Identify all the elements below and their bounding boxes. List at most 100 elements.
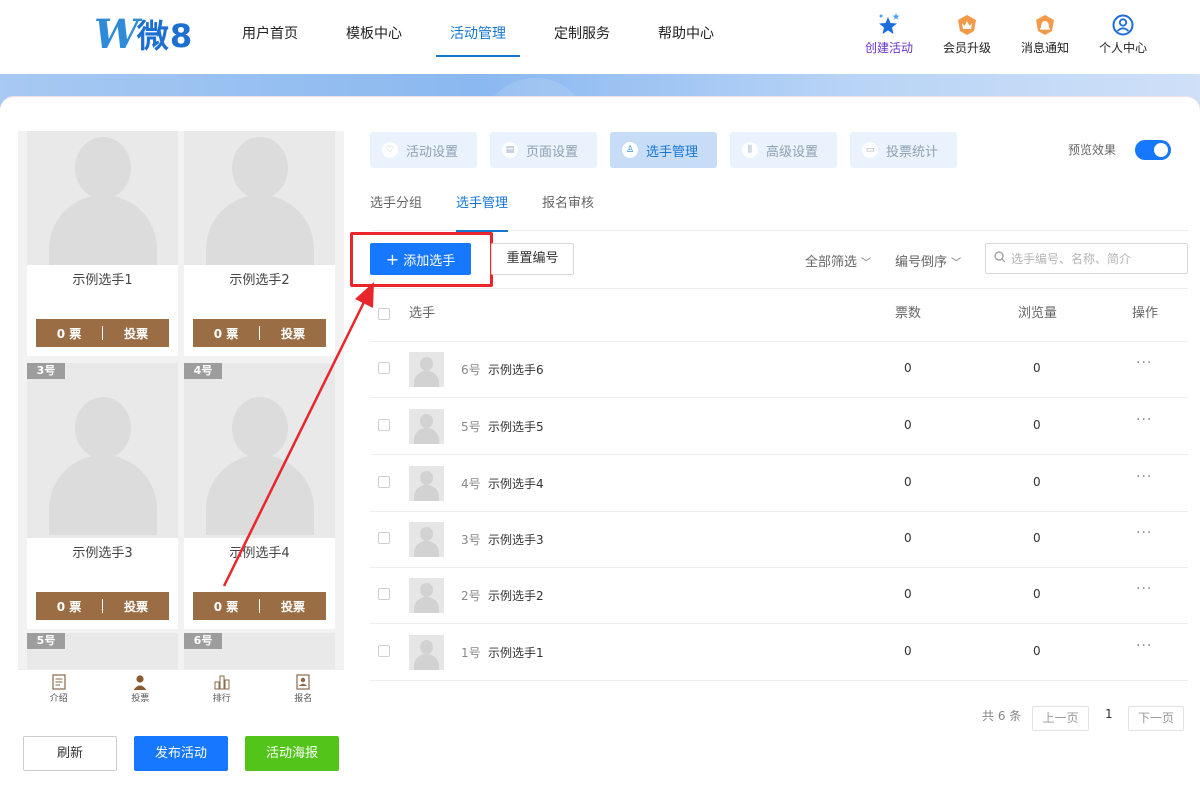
player-number: 6号 [461, 363, 481, 377]
avatar-placeholder: 3号 [27, 363, 178, 538]
player-number-badge: 3号 [27, 363, 65, 379]
preview-toggle[interactable] [1135, 140, 1171, 160]
preview-card[interactable]: 6号 [184, 633, 335, 669]
preview-card[interactable]: 5号 [27, 633, 178, 669]
row-checkbox[interactable] [378, 362, 390, 374]
step-vote-statistics[interactable]: ▭ 投票统计 [850, 132, 957, 168]
step-label: 选手管理 [646, 144, 699, 160]
create-activity-button[interactable]: 创建活动 [850, 12, 928, 56]
nav-item-custom-service[interactable]: 定制服务 [530, 0, 634, 74]
step-activity-settings[interactable]: ♡ 活动设置 [370, 132, 477, 168]
player-votes: 0 [904, 475, 912, 489]
table-row: 5号 示例选手5 0 0 ··· [370, 398, 1188, 455]
vote-button[interactable]: 0 票 投票 [193, 592, 326, 620]
notifications-button[interactable]: 消息通知 [1006, 12, 1084, 56]
filter-all-label: 全部筛选 [805, 255, 858, 270]
search-icon [994, 250, 1006, 267]
nav-item-templates[interactable]: 模板中心 [322, 0, 426, 74]
player-number-badge: 6号 [184, 633, 222, 649]
current-page[interactable]: 1 [1105, 707, 1113, 721]
user-icon: ♙ [622, 142, 638, 158]
tab-ranking[interactable]: 排行 [181, 670, 263, 709]
more-actions-icon[interactable]: ··· [1136, 525, 1152, 541]
tab-signup-review[interactable]: 报名审核 [542, 188, 594, 231]
tab-vote-label: 投票 [131, 694, 150, 704]
header-player: 选手 [409, 306, 436, 321]
step-label: 高级设置 [766, 144, 819, 160]
divider [370, 288, 1188, 289]
personal-center-button[interactable]: 个人中心 [1084, 12, 1162, 56]
more-actions-icon[interactable]: ··· [1136, 355, 1152, 371]
next-page-button[interactable]: 下一页 [1128, 706, 1184, 731]
sort-label: 编号倒序 [895, 255, 948, 270]
nav-item-help-center[interactable]: 帮助中心 [634, 0, 738, 74]
player-votes: 0 [904, 361, 912, 375]
vote-button[interactable]: 0 票 投票 [193, 319, 326, 347]
row-checkbox[interactable] [378, 476, 390, 488]
player-avatar [409, 466, 444, 501]
select-all-checkbox[interactable] [378, 308, 390, 320]
player-number: 4号 [461, 477, 481, 491]
player-name: 示例选手2 [488, 589, 544, 603]
notifications-label: 消息通知 [1020, 41, 1069, 55]
vote-button[interactable]: 0 票 投票 [36, 592, 169, 620]
settings-steps: ♡ 活动设置 ▤ 页面设置 ♙ 选手管理 ⫼ 高级设置 ▭ 投票统计 [370, 132, 970, 168]
vote-count: 0 票 [56, 326, 82, 341]
player-votes: 0 [904, 644, 912, 658]
more-actions-icon[interactable]: ··· [1136, 638, 1152, 654]
step-advanced-settings[interactable]: ⫼ 高级设置 [730, 132, 837, 168]
player-name: 示例选手6 [488, 363, 544, 377]
filter-all-dropdown[interactable]: 全部筛选 ﹀ [805, 251, 871, 270]
reset-numbers-button[interactable]: 重置编号 [491, 243, 574, 275]
mobile-preview[interactable]: 示例选手1 0 票 投票 示例选手2 0 票 投票 3号 示例选手3 0 票 投… [18, 131, 344, 669]
person-icon [100, 673, 182, 691]
preview-tabbar: 介绍 投票 排行 报名 [18, 669, 344, 709]
bar-chart-icon [181, 673, 263, 691]
activity-poster-button[interactable]: 活动海报 [245, 736, 339, 771]
table-row: 4号 示例选手4 0 0 ··· [370, 455, 1188, 512]
more-actions-icon[interactable]: ··· [1136, 469, 1152, 485]
player-avatar [409, 522, 444, 557]
highlight-box [350, 232, 493, 287]
refresh-button[interactable]: 刷新 [23, 736, 117, 771]
row-checkbox[interactable] [378, 588, 390, 600]
prev-page-button[interactable]: 上一页 [1032, 706, 1089, 731]
vote-button[interactable]: 0 票 投票 [36, 319, 169, 347]
stats-icon: ▭ [862, 142, 878, 158]
logo[interactable]: W 微8 [94, 11, 193, 58]
vote-label: 投票 [280, 326, 305, 341]
preview-card-name: 示例选手3 [72, 546, 133, 561]
row-checkbox[interactable] [378, 532, 390, 544]
tab-player-groups[interactable]: 选手分组 [370, 188, 422, 231]
crown-badge-icon [928, 12, 1006, 36]
preview-card[interactable]: 3号 示例选手3 0 票 投票 [27, 363, 178, 629]
stars-icon [850, 12, 928, 36]
row-checkbox[interactable] [378, 645, 390, 657]
tab-signup[interactable]: 报名 [263, 670, 345, 709]
preview-card[interactable]: 4号 示例选手4 0 票 投票 [184, 363, 335, 629]
header-actions: 操作 [1132, 306, 1159, 321]
publish-activity-button[interactable]: 发布活动 [134, 736, 228, 771]
tab-ranking-label: 排行 [212, 694, 231, 704]
sort-dropdown[interactable]: 编号倒序 ﹀ [895, 251, 961, 270]
sub-tabs: 选手分组 选手管理 报名审核 [370, 188, 1188, 232]
player-votes: 0 [904, 418, 912, 432]
tab-signup-label: 报名 [294, 694, 313, 704]
preview-card[interactable]: 示例选手2 0 票 投票 [184, 131, 335, 356]
search-input[interactable] [1011, 251, 1181, 266]
nav-item-home[interactable]: 用户首页 [218, 0, 322, 74]
more-actions-icon[interactable]: ··· [1136, 581, 1152, 597]
tab-intro[interactable]: 介绍 [18, 670, 100, 709]
vote-label: 投票 [123, 599, 148, 614]
step-label: 活动设置 [406, 144, 459, 160]
row-checkbox[interactable] [378, 419, 390, 431]
step-player-management[interactable]: ♙ 选手管理 [610, 132, 717, 168]
nav-item-activity-management[interactable]: 活动管理 [426, 0, 530, 74]
tab-player-management[interactable]: 选手管理 [456, 188, 509, 232]
step-page-settings[interactable]: ▤ 页面设置 [490, 132, 597, 168]
more-actions-icon[interactable]: ··· [1136, 412, 1152, 428]
preview-card[interactable]: 示例选手1 0 票 投票 [27, 131, 178, 356]
member-upgrade-button[interactable]: 会员升级 [928, 12, 1006, 56]
chevron-down-icon: ﹀ [861, 258, 872, 269]
tab-vote[interactable]: 投票 [100, 670, 182, 709]
